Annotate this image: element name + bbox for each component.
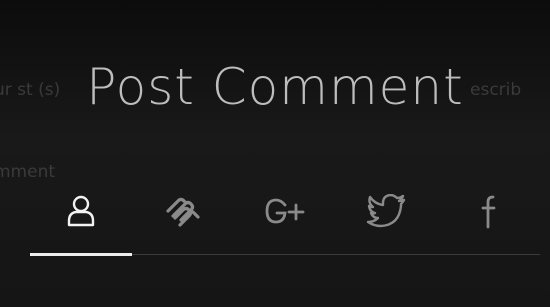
google-plus-icon [265,198,305,224]
tab-google-plus[interactable] [234,188,336,234]
background-text-comment: mment [0,162,56,182]
squarespace-icon [166,197,200,227]
login-method-tabs [30,188,540,234]
tab-squarespace[interactable] [132,188,234,234]
tab-twitter[interactable] [336,188,438,234]
twitter-icon [366,194,406,228]
tab-anonymous[interactable] [30,188,132,234]
page-backdrop [0,0,550,307]
user-icon [67,195,95,227]
dialog-title: Post Comment [86,58,464,116]
facebook-icon [481,195,496,229]
tab-facebook[interactable] [438,188,540,234]
active-tab-indicator [30,253,132,256]
